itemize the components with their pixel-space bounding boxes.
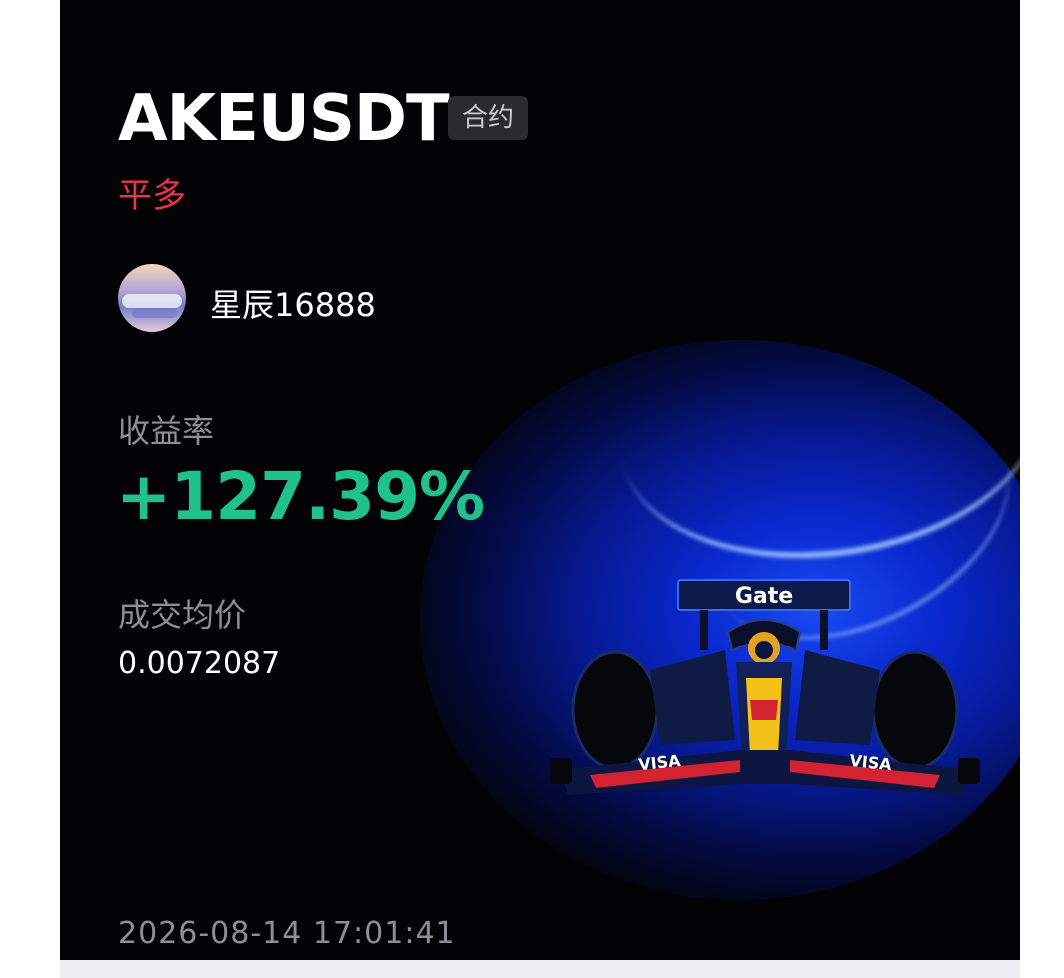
contract-tag: 合约 bbox=[448, 96, 528, 140]
race-car-illustration: Gate VISA VISA bbox=[550, 579, 980, 795]
screenshot-stage: AKEUSDT 合约 平多 星辰16888 收益率 +127.39% 成交均价 … bbox=[0, 0, 1064, 978]
username: 星辰16888 bbox=[210, 286, 376, 324]
avg-price-label: 成交均价 bbox=[118, 596, 247, 634]
bottom-strip bbox=[60, 960, 1020, 978]
symbol-title: AKEUSDT bbox=[118, 82, 450, 156]
wing-sponsor-text: Gate bbox=[735, 584, 793, 609]
position-action: 平多 bbox=[118, 176, 186, 216]
roi-value: +127.39% bbox=[116, 458, 485, 535]
roi-label: 收益率 bbox=[118, 412, 215, 450]
avatar-cloud bbox=[132, 308, 178, 318]
avatar-cloud bbox=[122, 294, 182, 308]
timestamp: 2026-08-14 17:01:41 bbox=[118, 916, 456, 951]
avatar bbox=[118, 264, 186, 332]
avg-price-value: 0.0072087 bbox=[118, 646, 281, 681]
share-card: AKEUSDT 合约 平多 星辰16888 收益率 +127.39% 成交均价 … bbox=[60, 0, 1020, 960]
